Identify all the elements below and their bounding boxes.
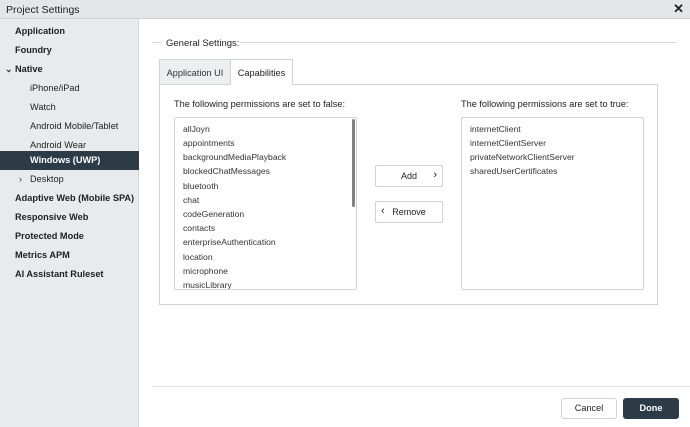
done-button[interactable]: Done xyxy=(623,398,679,419)
sidebar-item-metrics-apm[interactable]: Metrics APM xyxy=(0,246,139,265)
list-item[interactable]: sharedUserCertificates xyxy=(470,166,557,176)
sidebar-item-adaptive-web[interactable]: Adaptive Web (Mobile SPA) xyxy=(0,189,139,208)
list-item[interactable]: privateNetworkClientServer xyxy=(470,152,575,162)
list-item[interactable]: contacts xyxy=(183,223,215,233)
true-permissions-list[interactable]: internetClient internetClientServer priv… xyxy=(461,117,644,290)
sidebar-item-label: Responsive Web xyxy=(15,212,89,222)
list-item[interactable]: internetClient xyxy=(470,124,521,134)
add-button-label: Add xyxy=(400,171,417,181)
remove-button-label: Remove xyxy=(392,207,426,217)
sidebar-item-responsive-web[interactable]: Responsive Web xyxy=(0,208,139,227)
sidebar-item-label: Watch xyxy=(30,102,56,112)
sidebar-item-label: Native xyxy=(15,64,43,74)
list-item[interactable]: bluetooth xyxy=(183,181,218,191)
sidebar-item-label: Android Mobile/Tablet xyxy=(30,121,119,131)
tab-application-ui[interactable]: Application UI xyxy=(159,59,231,85)
chevron-down-icon[interactable]: ⌄ xyxy=(5,60,13,79)
close-icon[interactable]: ✕ xyxy=(673,2,684,16)
sidebar-item-label: Foundry xyxy=(15,45,52,55)
list-item[interactable]: chat xyxy=(183,195,199,205)
add-button[interactable]: Add › xyxy=(375,165,443,187)
sidebar-item-android-mobile-tablet[interactable]: Android Mobile/Tablet xyxy=(0,117,139,136)
list-item[interactable]: internetClientServer xyxy=(470,138,546,148)
section-title: General Settings: xyxy=(166,38,240,49)
sidebar-item-label: Desktop xyxy=(30,174,64,184)
sidebar: Application Foundry ⌄ Native iPhone/iPad… xyxy=(0,19,139,427)
sidebar-item-label: Windows (UWP) xyxy=(30,155,101,165)
list-item[interactable]: codeGeneration xyxy=(183,209,244,219)
sidebar-item-label: Protected Mode xyxy=(15,231,84,241)
sidebar-item-application[interactable]: Application xyxy=(0,22,139,41)
chevron-right-icon: › xyxy=(433,169,437,181)
list-item[interactable]: allJoyn xyxy=(183,124,210,134)
list-item[interactable]: musicLibrary xyxy=(183,280,232,289)
cancel-button[interactable]: Cancel xyxy=(561,398,617,419)
true-permissions-label: The following permissions are set to tru… xyxy=(461,99,629,109)
false-permissions-label: The following permissions are set to fal… xyxy=(174,99,346,109)
section-divider xyxy=(152,42,162,43)
sidebar-item-label: Metrics APM xyxy=(15,250,70,260)
list-item[interactable]: location xyxy=(183,252,213,262)
tab-capabilities[interactable]: Capabilities xyxy=(230,59,293,85)
sidebar-item-foundry[interactable]: Foundry xyxy=(0,41,139,60)
window-title: Project Settings xyxy=(6,4,80,16)
sidebar-item-label: Application xyxy=(15,26,66,36)
list-item[interactable]: microphone xyxy=(183,266,228,276)
remove-button[interactable]: ‹ Remove xyxy=(375,201,443,223)
title-bar: Project Settings ✕ xyxy=(0,0,690,19)
sidebar-item-protected-mode[interactable]: Protected Mode xyxy=(0,227,139,246)
list-item[interactable]: backgroundMediaPlayback xyxy=(183,152,286,162)
list-item[interactable]: enterpriseAuthentication xyxy=(183,237,276,247)
chevron-right-icon[interactable]: › xyxy=(19,170,22,189)
list-item[interactable]: blockedChatMessages xyxy=(183,166,270,176)
false-permissions-list[interactable]: allJoyn appointments backgroundMediaPlay… xyxy=(174,117,357,290)
list-item[interactable]: appointments xyxy=(183,138,235,148)
sidebar-item-iphone-ipad[interactable]: iPhone/iPad xyxy=(0,79,139,98)
sidebar-item-windows-uwp[interactable]: Windows (UWP) xyxy=(0,151,139,170)
sidebar-item-label: Adaptive Web (Mobile SPA) xyxy=(15,193,135,203)
sidebar-item-watch[interactable]: Watch xyxy=(0,98,139,117)
list-scrollbar[interactable] xyxy=(352,119,355,207)
sidebar-item-label: iPhone/iPad xyxy=(30,83,80,93)
footer-divider xyxy=(152,386,690,387)
sidebar-item-ai-assistant-ruleset[interactable]: AI Assistant Ruleset xyxy=(0,265,139,284)
sidebar-item-label: AI Assistant Ruleset xyxy=(15,269,104,279)
sidebar-item-desktop[interactable]: › Desktop xyxy=(0,170,139,189)
section-divider xyxy=(240,42,677,43)
sidebar-item-native[interactable]: ⌄ Native xyxy=(0,60,139,79)
